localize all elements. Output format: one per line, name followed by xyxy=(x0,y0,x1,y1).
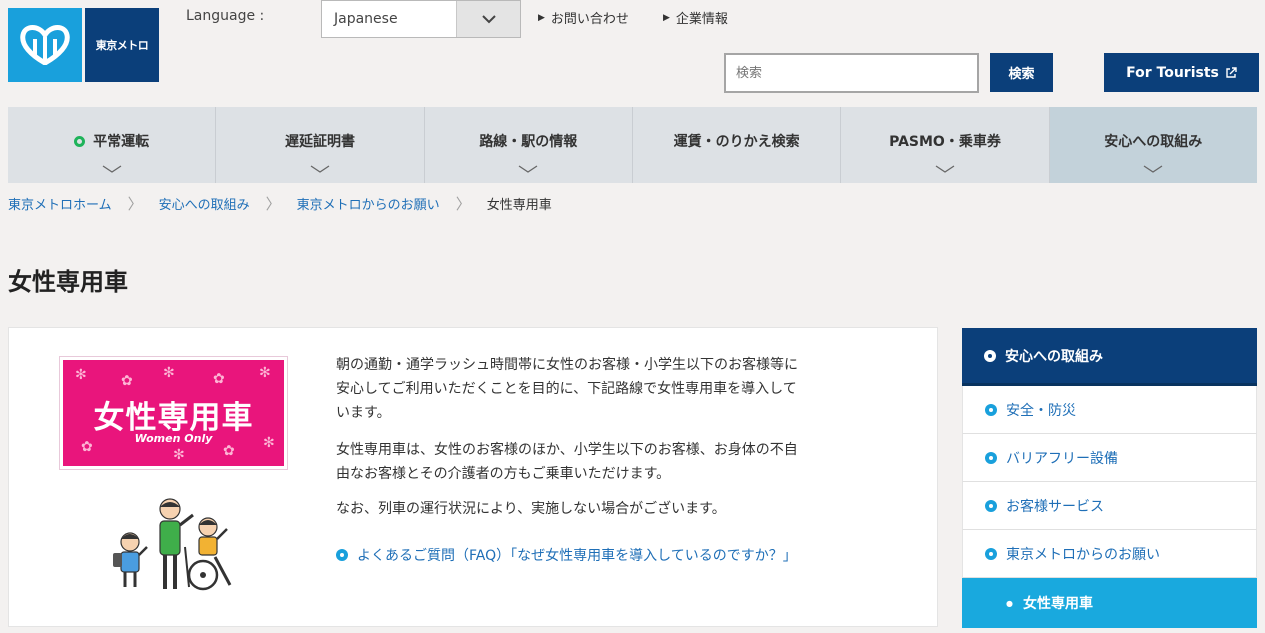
chevron-right-icon: 〉 xyxy=(265,195,281,213)
flower-icon: ✿ xyxy=(213,371,225,387)
circle-arrow-icon xyxy=(985,451,997,464)
metro-heart-icon xyxy=(20,25,70,65)
flower-icon: ✻ xyxy=(75,367,87,383)
company-info-link-label: 企業情報 xyxy=(675,12,728,27)
language-label: Language : xyxy=(186,8,265,24)
for-tourists-button[interactable]: For Tourists xyxy=(1104,53,1259,92)
sidebar-item-label: お客様サービス xyxy=(1006,498,1104,515)
sidebar-item-safety-disaster[interactable]: 安全・防災 xyxy=(962,386,1257,434)
sidebar-header-label: 安心への取組み xyxy=(1005,348,1103,365)
sidebar-list: 安全・防災 バリアフリー設備 お客様サービス 東京メトロからのお願い xyxy=(962,386,1257,578)
chevron-down-icon xyxy=(310,165,330,173)
company-info-link[interactable]: ▶ 企業情報 xyxy=(663,8,728,27)
dot-icon: ● xyxy=(1006,598,1013,608)
triangle-right-icon: ▶ xyxy=(663,12,670,23)
nav-item-lines-stations[interactable]: 路線・駅の情報 xyxy=(424,107,633,183)
circle-arrow-icon xyxy=(336,549,348,561)
faq-link-label: よくあるご質問（FAQ）「なぜ女性専用車を導入しているのですか？」 xyxy=(357,548,797,564)
chevron-right-icon: 〉 xyxy=(455,195,471,213)
flower-icon: ✿ xyxy=(121,373,133,389)
text-line: 安心してご利用いただくことを目的に、下記路線で女性専用車を導入して xyxy=(336,381,797,397)
language-value: Japanese xyxy=(334,11,398,27)
breadcrumb-current: 女性専用車 xyxy=(486,198,552,213)
chevron-down-icon xyxy=(456,1,520,37)
nav-label: 安心への取組み xyxy=(1104,134,1203,150)
chevron-right-icon: 〉 xyxy=(127,195,143,213)
metro-m-logo[interactable] xyxy=(8,8,82,82)
text-line: います。 xyxy=(336,405,391,421)
breadcrumb-requests[interactable]: 東京メトロからのお願い xyxy=(297,194,440,213)
main-nav: 平常運転 遅延証明書 路線・駅の情報 運賃・のりかえ検索 PASMO・乗車券 安… xyxy=(8,107,1257,183)
women-only-banner: ✻ ✿ ✻ ✿ ✻ ✿ ✻ ✿ ✻ 女性専用車 Women Only xyxy=(59,356,288,470)
sidebar-item-label: 女性専用車 xyxy=(1022,596,1093,612)
sidebar-item-label: バリアフリー設備 xyxy=(1006,450,1118,467)
text-line: 女性専用車は、女性のお客様のほか、小学生以下のお客様、お身体の不自 xyxy=(336,442,798,458)
chevron-down-icon xyxy=(1143,165,1163,173)
faq-link[interactable]: よくあるご質問（FAQ）「なぜ女性専用車を導入しているのですか？」 xyxy=(336,545,797,565)
banner-title: 女性専用車 xyxy=(93,400,254,436)
nav-item-delay-certificate[interactable]: 遅延証明書 xyxy=(216,107,425,183)
flower-icon: ✿ xyxy=(223,443,235,459)
search-input[interactable] xyxy=(724,53,979,93)
nav-label: 運賃・のりかえ検索 xyxy=(673,134,800,150)
contact-link-label: お問い合わせ xyxy=(550,12,629,27)
circle-arrow-icon xyxy=(985,547,997,560)
metro-text-logo[interactable]: 東京メトロ xyxy=(85,8,159,82)
flower-icon: ✻ xyxy=(259,365,271,381)
sidebar-item-label: 東京メトロからのお願い xyxy=(1006,546,1160,563)
status-normal-icon xyxy=(74,135,86,147)
nav-item-service-status[interactable]: 平常運転 xyxy=(8,107,217,183)
chevron-down-icon xyxy=(935,165,955,173)
nav-item-pasmo-tickets[interactable]: PASMO・乗車券 xyxy=(841,107,1050,183)
text-line: 由なお客様とその介護者の方もご乗車いただけます。 xyxy=(336,466,671,482)
nav-label: 遅延証明書 xyxy=(284,134,355,150)
nav-label: 路線・駅の情報 xyxy=(479,134,578,150)
intro-paragraph: 朝の通勤・通学ラッシュ時間帯に女性のお客様・小学生以下のお客様等に 安心してご利… xyxy=(336,353,916,425)
sidebar-item-customer-service[interactable]: お客様サービス xyxy=(962,482,1257,530)
sidebar-item-label: 安全・防災 xyxy=(1006,402,1076,419)
for-tourists-label: For Tourists xyxy=(1126,64,1219,81)
circle-arrow-icon xyxy=(984,349,996,362)
contact-link[interactable]: ▶ お問い合わせ xyxy=(538,8,629,27)
breadcrumb-safety[interactable]: 安心への取組み xyxy=(159,194,250,213)
chevron-down-icon xyxy=(102,165,122,173)
breadcrumb-home[interactable]: 東京メトロホーム xyxy=(8,194,112,213)
sidebar-item-barrier-free[interactable]: バリアフリー設備 xyxy=(962,434,1257,482)
logo-text: 東京メトロ xyxy=(95,39,149,52)
circle-arrow-icon xyxy=(985,499,997,512)
language-select[interactable]: Japanese xyxy=(321,0,521,38)
nav-label: PASMO・乗車券 xyxy=(889,134,1001,150)
passengers-illustration xyxy=(113,498,232,591)
sidebar-header[interactable]: 安心への取組み xyxy=(962,328,1257,386)
text-line: 朝の通勤・通学ラッシュ時間帯に女性のお客様・小学生以下のお客様等に xyxy=(336,357,798,373)
breadcrumb: 東京メトロホーム 〉 安心への取組み 〉 東京メトロからのお願い 〉 女性専用車 xyxy=(8,193,552,214)
sidebar-item-women-only-car[interactable]: ● 女性専用車 xyxy=(962,578,1257,628)
eligibility-paragraph: 女性専用車は、女性のお客様のほか、小学生以下のお客様、お身体の不自 由なお客様と… xyxy=(336,438,916,486)
flower-icon: ✻ xyxy=(173,447,185,463)
sidebar-item-requests[interactable]: 東京メトロからのお願い xyxy=(962,530,1257,578)
search-button[interactable]: 検索 xyxy=(990,53,1053,92)
page-title: 女性専用車 xyxy=(8,268,128,296)
circle-arrow-icon xyxy=(985,403,997,416)
flower-icon: ✻ xyxy=(163,365,175,381)
chevron-down-icon xyxy=(518,165,538,173)
banner-subtitle: Women Only xyxy=(134,432,213,445)
notice-paragraph: なお、列車の運行状況により、実施しない場合がございます。 xyxy=(336,501,726,517)
nav-item-safety[interactable]: 安心への取組み xyxy=(1049,107,1257,183)
external-link-icon xyxy=(1226,66,1237,78)
nav-item-fare-search[interactable]: 運賃・のりかえ検索 xyxy=(632,107,842,183)
nav-label: 平常運転 xyxy=(93,134,150,150)
triangle-right-icon: ▶ xyxy=(538,12,545,23)
